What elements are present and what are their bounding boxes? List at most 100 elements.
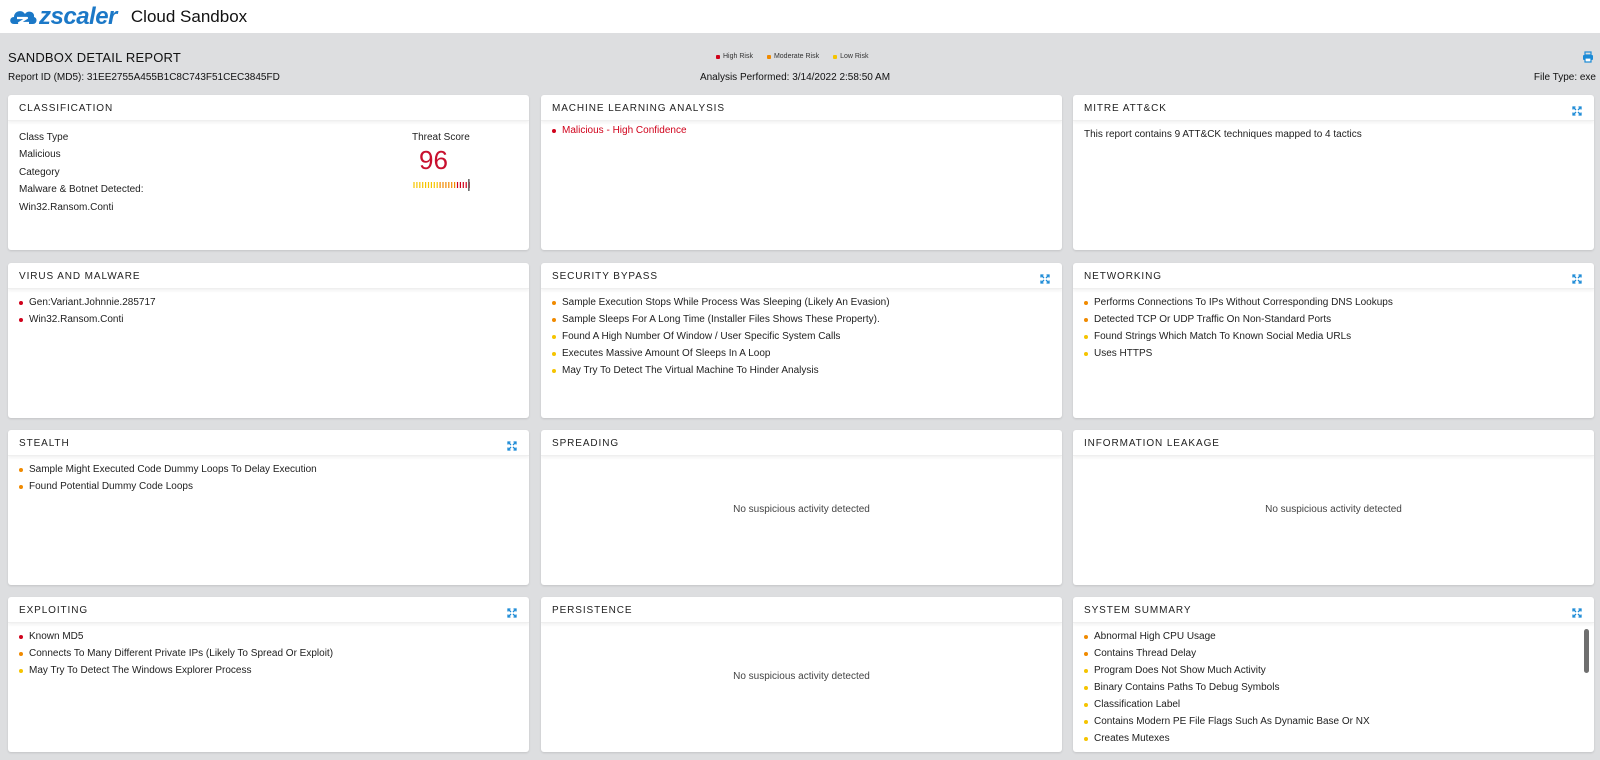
list-item: Contains Thread Delay xyxy=(1084,645,1583,662)
threat-score-value: 96 xyxy=(419,145,448,175)
list-item-text: Win32.Ransom.Conti xyxy=(29,314,124,325)
legend-item-moderate: Moderate Risk xyxy=(766,53,820,60)
card-title: CLASSIFICATION xyxy=(19,103,114,114)
list-item-text: Sample Sleeps For A Long Time (Installer… xyxy=(562,314,880,325)
item-list: Sample Might Executed Code Dummy Loops T… xyxy=(19,461,518,495)
card-body: Sample Execution Stops While Process Was… xyxy=(541,289,1062,379)
moderate-risk-dot xyxy=(552,300,556,305)
expand-icon[interactable] xyxy=(1572,271,1582,289)
card-title: SPREADING xyxy=(552,438,620,449)
card-header: EXPLOITING xyxy=(8,597,529,623)
card-title: SECURITY BYPASS xyxy=(552,271,658,282)
persistence-card: PERSISTENCE No suspicious activity detec… xyxy=(541,597,1062,752)
list-item: Creates Mutexes xyxy=(1084,730,1583,747)
low-risk-swatch xyxy=(833,54,838,59)
list-item: Performs Connections To IPs Without Corr… xyxy=(1084,294,1583,311)
expand-icon[interactable] xyxy=(507,605,517,623)
high-risk-dot xyxy=(19,317,23,322)
list-item-text: Program Does Not Show Much Activity xyxy=(1094,665,1266,676)
moderate-risk-dot xyxy=(552,317,556,322)
card-title: INFORMATION LEAKAGE xyxy=(1084,438,1220,449)
card-body: Known MD5 Connects To Many Different Priv… xyxy=(8,623,529,679)
card-header: STEALTH xyxy=(8,430,529,456)
list-item: Gen:Variant.Johnnie.285717 xyxy=(19,294,518,311)
low-risk-dot xyxy=(1084,351,1088,356)
high-risk-dot xyxy=(552,128,556,133)
card-header: MITRE ATT&CK xyxy=(1073,95,1594,121)
card-title: PERSISTENCE xyxy=(552,605,633,616)
scrollbar-thumb[interactable] xyxy=(1584,629,1589,673)
expand-icon[interactable] xyxy=(1040,271,1050,289)
top-bar: zscaler Cloud Sandbox xyxy=(0,0,1600,33)
list-item: Known MD5 xyxy=(19,628,518,645)
card-title: NETWORKING xyxy=(1084,271,1162,282)
low-risk-dot xyxy=(1084,334,1088,339)
list-item-text: Creates Mutexes xyxy=(1094,733,1170,744)
card-body: Abnormal High CPU Usage Contains Thread D… xyxy=(1073,623,1594,747)
card-title: VIRUS AND MALWARE xyxy=(19,271,141,282)
list-item-text: Known MD5 xyxy=(29,631,84,642)
class-type-label: Class Type xyxy=(19,132,69,143)
list-item-text: Classification Label xyxy=(1094,699,1181,710)
list-item: Connects To Many Different Private IPs (… xyxy=(19,645,518,662)
list-item: Uses HTTPS xyxy=(1084,345,1583,362)
expand-icon[interactable] xyxy=(1572,103,1582,121)
card-body: Performs Connections To IPs Without Corr… xyxy=(1073,289,1594,362)
moderate-risk-dot xyxy=(1084,634,1088,639)
list-item: Found A High Number Of Window / User Spe… xyxy=(552,328,1051,345)
list-item: Contains Modern PE File Flags Such As Dy… xyxy=(1084,713,1583,730)
low-risk-dot xyxy=(1084,702,1088,707)
list-item-text: Sample Might Executed Code Dummy Loops T… xyxy=(29,464,317,475)
app-title: Cloud Sandbox xyxy=(130,6,248,26)
low-risk-dot xyxy=(552,334,556,339)
list-item-text: Found Strings Which Match To Known Socia… xyxy=(1094,331,1352,342)
file-type: File Type: exe xyxy=(1533,72,1596,83)
card-title: STEALTH xyxy=(19,438,70,449)
moderate-risk-dot xyxy=(1084,651,1088,656)
low-risk-dot xyxy=(1084,736,1088,741)
low-risk-dot xyxy=(1084,685,1088,690)
card-title: MACHINE LEARNING ANALYSIS xyxy=(552,103,725,114)
print-icon[interactable] xyxy=(1582,50,1594,68)
card-header: INFORMATION LEAKAGE xyxy=(1073,430,1594,456)
spreading-card: SPREADING No suspicious activity detecte… xyxy=(541,430,1062,585)
category-value: Malware & Botnet Detected: xyxy=(19,184,144,195)
list-item: Malicious - High Confidence xyxy=(552,122,1051,139)
empty-state: No suspicious activity detected xyxy=(733,504,870,515)
card-header: VIRUS AND MALWARE xyxy=(8,263,529,289)
high-risk-dot xyxy=(19,634,23,639)
list-item: Found Potential Dummy Code Loops xyxy=(19,478,518,495)
list-item-text: Found A High Number Of Window / User Spe… xyxy=(562,331,841,342)
empty-state: No suspicious activity detected xyxy=(733,671,870,682)
list-item-text: Abnormal High CPU Usage xyxy=(1094,631,1216,642)
ml-verdict: Malicious - High Confidence xyxy=(562,125,687,136)
card-body: Sample Might Executed Code Dummy Loops T… xyxy=(8,456,529,495)
zscaler-cloud-icon xyxy=(10,10,37,24)
legend-label: Moderate Risk xyxy=(773,53,820,60)
card-body: This report contains 9 ATT&CK techniques… xyxy=(1073,121,1594,143)
list-item-text: Uses HTTPS xyxy=(1094,348,1153,359)
moderate-risk-dot xyxy=(19,651,23,656)
legend-label: High Risk xyxy=(723,53,753,60)
threat-score-label: Threat Score xyxy=(412,132,470,143)
list-item-text: Sample Execution Stops While Process Was… xyxy=(562,297,890,308)
category-label: Category xyxy=(19,167,60,178)
item-list: Gen:Variant.Johnnie.285717 Win32.Ransom.C… xyxy=(19,294,518,328)
mitre-summary: This report contains 9 ATT&CK techniques… xyxy=(1084,129,1362,140)
empty-state: No suspicious activity detected xyxy=(1265,504,1402,515)
expand-icon[interactable] xyxy=(507,438,517,456)
card-header: PERSISTENCE xyxy=(541,597,1062,623)
card-title: MITRE ATT&CK xyxy=(1084,103,1167,114)
card-header: CLASSIFICATION xyxy=(8,95,529,121)
expand-icon[interactable] xyxy=(1572,605,1582,623)
list-item: Win32.Ransom.Conti xyxy=(19,311,518,328)
exploiting-card: EXPLOITING Known MD5 Connects To Many Dif… xyxy=(8,597,529,752)
card-header: SECURITY BYPASS xyxy=(541,263,1062,289)
item-list: Performs Connections To IPs Without Corr… xyxy=(1084,294,1583,362)
detection-name: Win32.Ransom.Conti xyxy=(19,202,114,213)
zscaler-logo[interactable]: zscaler xyxy=(8,0,117,33)
machine-learning-card: MACHINE LEARNING ANALYSIS Malicious - Hi… xyxy=(541,95,1062,250)
threat-score-gauge xyxy=(413,179,470,191)
high-risk-swatch xyxy=(716,54,720,59)
list-item-text: Detected TCP Or UDP Traffic On Non-Stand… xyxy=(1094,314,1332,325)
